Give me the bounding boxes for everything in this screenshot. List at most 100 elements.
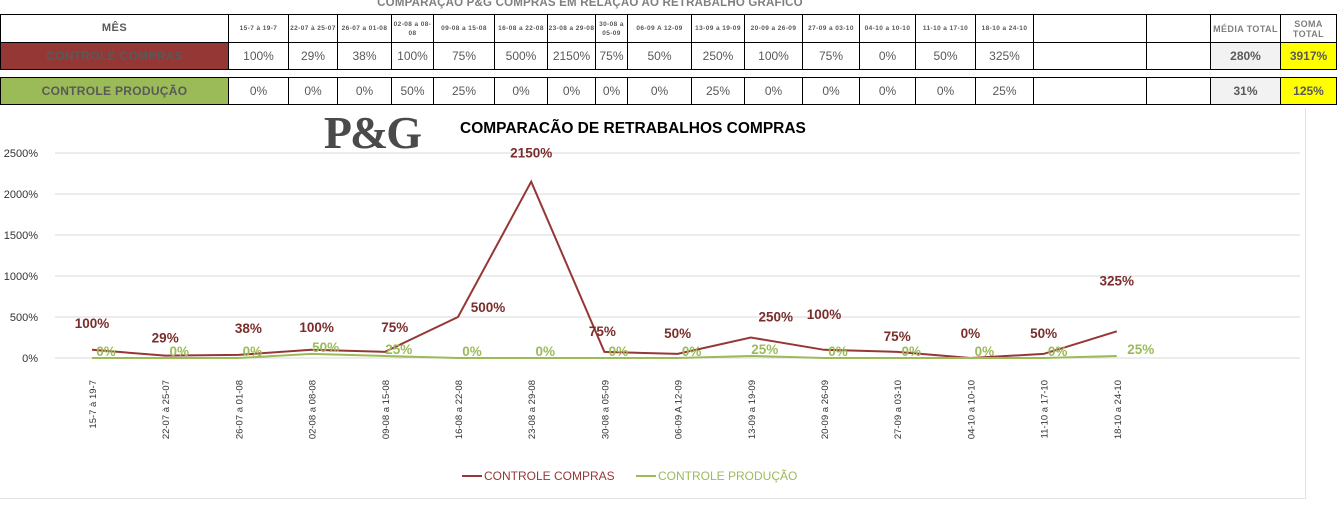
period-header xyxy=(1033,14,1147,43)
chart-area: 0% 500% 1000% 1500% 2000% 2500% 15-7 à 19-7 22-… xyxy=(0,108,1306,499)
x-tick-label: 06-09 A 12-09 xyxy=(674,380,685,439)
x-tick-label: 02-08 a 08-08 xyxy=(308,380,319,439)
data-label: 75% xyxy=(381,320,408,335)
data-label: 0% xyxy=(961,326,981,341)
period-header: 20-09 a 26-09 xyxy=(744,14,803,43)
y-tick-label: 0% xyxy=(22,353,38,365)
period-header: 02-08 a 08-08 xyxy=(391,14,434,43)
media-total-cell: 280% xyxy=(1210,42,1281,70)
data-label: 0% xyxy=(462,344,482,359)
period-header: 23-08 a 29-08 xyxy=(547,14,596,43)
x-tick-label: 15-7 à 19-7 xyxy=(88,380,99,429)
period-header: 30-08 a 05-09 xyxy=(595,14,628,43)
x-tick-label: 30-08 a 05-09 xyxy=(600,380,611,439)
period-header: 18-10 a 24-10 xyxy=(975,14,1034,43)
data-label: 25% xyxy=(1127,342,1154,357)
table-cell: 50% xyxy=(915,42,976,70)
table-cell: 100% xyxy=(744,42,803,70)
legend-label: CONTROLE COMPRAS xyxy=(484,469,615,483)
table-cell: 75% xyxy=(595,42,628,70)
data-label: 0% xyxy=(243,344,263,359)
period-header: 15-7 à 19-7 xyxy=(228,14,289,43)
data-label: 0% xyxy=(828,344,848,359)
table-cell: 75% xyxy=(802,42,860,70)
table-cell: 2150% xyxy=(547,42,596,70)
media-header: MÉDIA TOTAL xyxy=(1210,14,1281,43)
data-label: 100% xyxy=(807,307,842,322)
data-label: 25% xyxy=(385,342,412,357)
table-cell: 0% xyxy=(859,77,916,105)
summary-table: MÊS 15-7 à 19-7 22-07 à 25-07 26-07 a 01-08… xyxy=(0,14,1337,105)
period-header: 27-09 a 03-10 xyxy=(802,14,860,43)
y-tick-label: 2000% xyxy=(4,189,38,201)
chart-title: COMPARACÃO DE RETRABALHOS COMPRAS xyxy=(460,119,806,137)
table-cell: 29% xyxy=(288,42,338,70)
table-cell: 25% xyxy=(433,77,495,105)
x-tick-label: 13-09 a 19-09 xyxy=(747,380,758,439)
x-tick-label: 26-07 a 01-08 xyxy=(234,380,245,439)
compras-row: CONTROLE COMPRAS 100% 29% 38% 100% 75% 500% 215… xyxy=(0,42,1337,70)
producao-row: CONTROLE PRODUÇÃO 0% 0% 0% 50% 25% 0% 0% 0% 0% 25%… xyxy=(0,77,1337,105)
table-cell xyxy=(1033,42,1147,70)
month-header: MÊS xyxy=(0,14,229,43)
table-cell: 25% xyxy=(975,77,1034,105)
x-tick-label: 22-07 à 25-07 xyxy=(161,380,172,439)
period-header: 04-10 a 10-10 xyxy=(859,14,916,43)
x-tick-label: 04-10 a 10-10 xyxy=(966,380,977,439)
y-tick-label: 1000% xyxy=(4,271,38,283)
sheet-title: COMPARAÇÃO P&G COMPRAS EM RELAÇÃO AO RET… xyxy=(377,0,803,9)
data-label: 38% xyxy=(235,321,262,336)
data-label: 75% xyxy=(884,329,911,344)
table-cell: 0% xyxy=(595,77,628,105)
x-tick-label: 18-10 a 24-10 xyxy=(1113,380,1124,439)
x-tick-label: 09-08 a 15-08 xyxy=(381,380,392,439)
data-label: 100% xyxy=(75,316,110,331)
table-cell: 0% xyxy=(859,42,916,70)
row-label: CONTROLE PRODUÇÃO xyxy=(0,77,229,105)
data-label: 0% xyxy=(609,344,629,359)
period-header: 16-08 a 22-08 xyxy=(494,14,548,43)
table-cell: 500% xyxy=(494,42,548,70)
table-cell: 325% xyxy=(975,42,1034,70)
y-tick-label: 1500% xyxy=(4,230,38,242)
blank-cell xyxy=(1146,42,1211,70)
data-label: 500% xyxy=(471,300,506,315)
header-row: MÊS 15-7 à 19-7 22-07 à 25-07 26-07 a 01-08… xyxy=(0,14,1337,43)
data-label: 50% xyxy=(664,326,691,341)
table-cell: 75% xyxy=(433,42,495,70)
legend-label: CONTROLE PRODUÇÃO xyxy=(658,469,797,483)
period-header: 11-10 a 17-10 xyxy=(915,14,976,43)
table-cell: 0% xyxy=(915,77,976,105)
table-cell: 0% xyxy=(494,77,548,105)
table-cell: 0% xyxy=(744,77,803,105)
data-label: 0% xyxy=(975,344,995,359)
media-total-cell: 31% xyxy=(1210,77,1281,105)
table-cell: 0% xyxy=(288,77,338,105)
y-tick-label: 2500% xyxy=(4,148,38,160)
data-label: 75% xyxy=(589,324,616,339)
pg-logo: P&G xyxy=(324,108,421,158)
table-cell: 0% xyxy=(228,77,289,105)
row-label: CONTROLE COMPRAS xyxy=(0,42,229,70)
data-label: 0% xyxy=(1048,344,1068,359)
x-tick-label: 27-09 a 03-10 xyxy=(893,380,904,439)
x-tick-label: 20-09 a 26-09 xyxy=(820,380,831,439)
data-label: 50% xyxy=(1030,326,1057,341)
row-gap xyxy=(1,70,1337,78)
table-cell: 100% xyxy=(391,42,434,70)
table-cell: 100% xyxy=(228,42,289,70)
data-label: 0% xyxy=(96,344,116,359)
soma-total-cell: 3917% xyxy=(1280,42,1337,70)
table-cell: 25% xyxy=(691,77,745,105)
soma-header: SOMA TOTAL xyxy=(1280,14,1337,43)
blank-cell xyxy=(1146,77,1211,105)
table-cell: 0% xyxy=(547,77,596,105)
period-header: 06-09 A 12-09 xyxy=(627,14,692,43)
data-label: 325% xyxy=(1100,273,1135,288)
y-tick-label: 500% xyxy=(10,312,38,324)
table-cell: 0% xyxy=(627,77,692,105)
period-header: 26-07 a 01-08 xyxy=(337,14,392,43)
table-cell: 0% xyxy=(802,77,860,105)
data-label: 50% xyxy=(312,340,339,355)
data-label: 2150% xyxy=(510,146,552,161)
